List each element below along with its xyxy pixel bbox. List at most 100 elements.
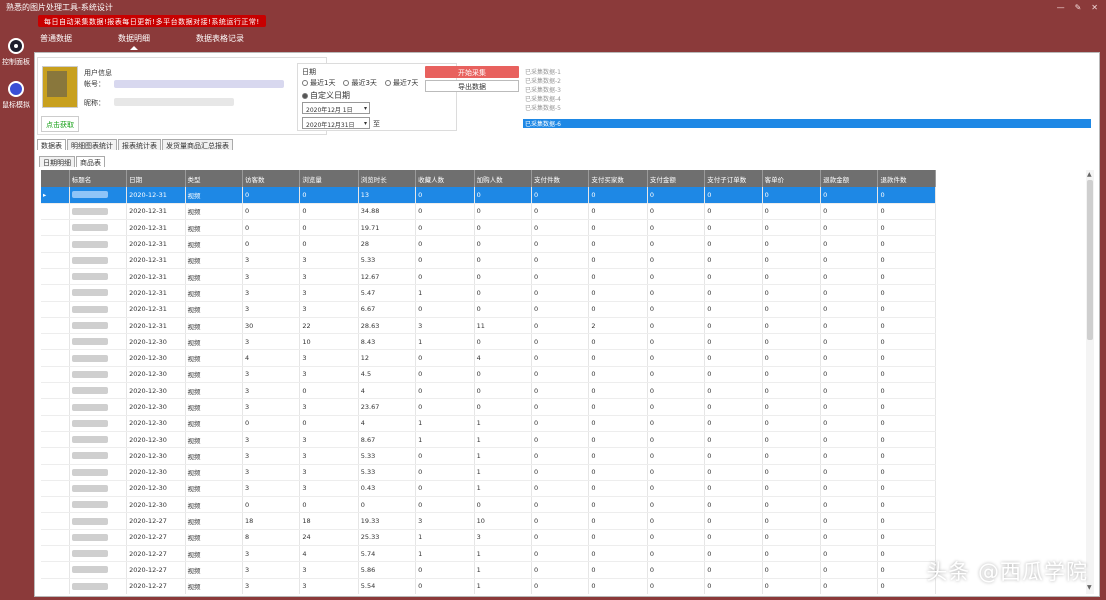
column-header[interactable] — [41, 170, 70, 187]
table-row[interactable]: 2020-12-27 视频 3 3 5.86 0 1 0 0 0 0 0 0 0 — [41, 561, 936, 579]
row-indicator[interactable] — [41, 512, 70, 530]
tab-product-table[interactable]: 商品表 — [76, 156, 105, 167]
column-header[interactable]: 收藏人数 — [415, 170, 475, 187]
list-item[interactable]: 已采集数据-4 — [523, 94, 1091, 103]
tab-data-records[interactable]: 数据表格记录 — [196, 33, 244, 50]
column-header[interactable]: 退款金额 — [820, 170, 879, 187]
row-indicator[interactable] — [41, 529, 70, 547]
row-indicator[interactable] — [41, 480, 70, 498]
scrollbar-thumb[interactable] — [1087, 180, 1093, 340]
radio-last-1-day[interactable]: 最近1天 — [302, 78, 335, 88]
close-icon[interactable]: ✕ — [1091, 3, 1098, 12]
row-indicator[interactable] — [41, 203, 70, 221]
fetch-button[interactable]: 点击获取 — [41, 116, 79, 132]
table-row[interactable]: 2020-12-31 视频 3 3 12.67 0 0 0 0 0 0 0 0 0 — [41, 268, 936, 286]
row-indicator[interactable] — [41, 219, 70, 237]
table-row[interactable]: 2020-12-30 视频 3 3 5.33 0 1 0 0 0 0 0 0 0 — [41, 447, 936, 465]
tab-date-detail[interactable]: 日期明细 — [39, 156, 75, 167]
table-row[interactable]: 2020-12-31 视频 3 3 6.67 0 0 0 0 0 0 0 0 0 — [41, 301, 936, 318]
sidebar-item-control-panel[interactable]: 控制面板 — [0, 38, 32, 67]
tab-report-stats[interactable]: 报表统计表 — [118, 139, 161, 150]
row-indicator[interactable] — [41, 366, 70, 384]
list-item[interactable]: 已采集数据-1 — [523, 67, 1091, 76]
row-indicator[interactable] — [41, 545, 70, 563]
table-row[interactable]: 2020-12-31 视频 0 0 34.88 0 0 0 0 0 0 0 0 0 — [41, 203, 936, 221]
end-date-select[interactable]: 2020年12月31日 ▾ — [302, 117, 370, 129]
tab-normal-data[interactable]: 普通数据 — [40, 33, 72, 50]
row-indicator[interactable] — [41, 431, 70, 449]
column-header[interactable]: 加购人数 — [474, 170, 533, 187]
tab-data-detail[interactable]: 数据明细 — [118, 33, 150, 50]
column-header[interactable]: 日期 — [126, 170, 186, 187]
row-indicator[interactable] — [41, 578, 70, 594]
list-item-selected[interactable]: 已采集数据-6 — [523, 119, 1091, 128]
column-header[interactable]: 支付子订单数 — [704, 170, 763, 187]
table-row[interactable]: 2020-12-30 视频 3 3 5.33 0 1 0 0 0 0 0 0 0 — [41, 464, 936, 481]
tab-shipping-summary[interactable]: 发货量商品汇总报表 — [162, 139, 233, 150]
table-row[interactable]: 2020-12-30 视频 0 0 4 1 1 0 0 0 0 0 0 0 — [41, 415, 936, 432]
column-header[interactable]: 客单价 — [762, 170, 822, 187]
list-item[interactable]: 已采集数据-5 — [523, 103, 1091, 112]
row-indicator[interactable] — [41, 268, 70, 286]
row-indicator[interactable] — [41, 382, 70, 400]
list-item[interactable]: 已采集数据-2 — [523, 76, 1091, 85]
table-row[interactable]: 2020-12-30 视频 0 0 0 0 0 0 0 0 0 0 0 0 — [41, 496, 936, 514]
column-header[interactable]: 支付金额 — [647, 170, 706, 187]
table-row[interactable]: 2020-12-31 视频 30 22 28.63 3 11 0 2 0 0 0 0 0 — [41, 317, 936, 335]
table-row[interactable]: 2020-12-31 视频 3 3 5.47 1 0 0 0 0 0 0 0 0 — [41, 284, 936, 302]
row-indicator[interactable] — [41, 301, 70, 318]
table-row[interactable]: 2020-12-30 视频 3 10 8.43 1 0 0 0 0 0 0 0 0 — [41, 333, 936, 351]
row-indicator[interactable] — [41, 464, 70, 481]
scroll-up-icon[interactable]: ▲ — [1087, 171, 1092, 178]
table-row[interactable]: 2020-12-31 视频 3 3 5.33 0 0 0 0 0 0 0 0 0 — [41, 252, 936, 269]
row-indicator[interactable] — [41, 496, 70, 514]
table-row[interactable]: 2020-12-30 视频 3 3 4.5 0 0 0 0 0 0 0 0 0 — [41, 366, 936, 384]
row-indicator[interactable]: ▸ — [41, 187, 70, 204]
row-indicator[interactable] — [41, 398, 70, 416]
vertical-scrollbar[interactable]: ▲ ▼ — [1086, 170, 1094, 594]
row-indicator[interactable] — [41, 561, 70, 579]
column-header[interactable]: 支付件数 — [531, 170, 590, 187]
export-data-button[interactable]: 导出数据 — [425, 80, 519, 92]
table-row[interactable]: 2020-12-31 视频 0 0 28 0 0 0 0 0 0 0 0 0 — [41, 235, 936, 253]
start-date-select[interactable]: 2020年12月 1日 ▾ — [302, 102, 370, 114]
table-row[interactable]: 2020-12-27 视频 8 24 25.33 1 3 0 0 0 0 0 0 0 — [41, 529, 936, 547]
row-indicator[interactable] — [41, 447, 70, 465]
row-indicator[interactable] — [41, 415, 70, 432]
table-row[interactable]: 2020-12-30 视频 3 0 4 0 0 0 0 0 0 0 0 0 — [41, 382, 936, 400]
pen-icon[interactable]: ✎ — [1075, 3, 1082, 12]
column-header[interactable]: 类型 — [185, 170, 243, 187]
table-row[interactable]: ▸ 2020-12-31 视频 0 0 13 0 0 0 0 0 0 0 0 0 — [41, 187, 936, 204]
list-item[interactable]: 已采集数据-3 — [523, 85, 1091, 94]
tab-detail-chart[interactable]: 明细图表统计 — [67, 139, 117, 150]
column-header[interactable]: 退款件数 — [877, 170, 936, 187]
row-indicator[interactable] — [41, 235, 70, 253]
row-indicator[interactable] — [41, 317, 70, 335]
table-row[interactable]: 2020-12-27 视频 18 18 19.33 3 10 0 0 0 0 0 0 0 — [41, 512, 936, 530]
row-indicator[interactable] — [41, 333, 70, 351]
table-row[interactable]: 2020-12-27 视频 3 4 5.74 1 1 0 0 0 0 0 0 0 — [41, 545, 936, 563]
table-row[interactable]: 2020-12-30 视频 3 3 0.43 0 1 0 0 0 0 0 0 0 — [41, 480, 936, 498]
radio-last-7-days[interactable]: 最近7天 — [384, 78, 418, 88]
table-row[interactable]: 2020-12-27 视频 3 3 5.54 0 1 0 0 0 0 0 0 0 — [41, 578, 936, 594]
table-row[interactable]: 2020-12-30 视频 4 3 12 0 4 0 0 0 0 0 0 0 — [41, 349, 936, 367]
column-header[interactable]: 浏览量 — [299, 170, 359, 187]
row-indicator[interactable] — [41, 284, 70, 302]
row-indicator[interactable] — [41, 252, 70, 269]
column-header[interactable]: 支付买家数 — [588, 170, 648, 187]
sidebar-item-mouse[interactable]: 鼠标模拟 — [0, 81, 32, 110]
tab-data-table[interactable]: 数据表 — [37, 139, 66, 150]
column-header[interactable]: 标题名 — [69, 170, 128, 187]
radio-last-3-days[interactable]: 最近3天 — [343, 78, 377, 88]
row-indicator[interactable] — [41, 349, 70, 367]
minimize-icon[interactable]: — — [1057, 3, 1065, 12]
table-row[interactable]: 2020-12-31 视频 0 0 19.71 0 0 0 0 0 0 0 0 0 — [41, 219, 936, 237]
table-row[interactable]: 2020-12-30 视频 3 3 23.67 0 0 0 0 0 0 0 0 0 — [41, 398, 936, 416]
table-cell: 3 — [242, 578, 301, 594]
radio-custom-date[interactable]: 自定义日期 — [302, 90, 350, 101]
column-header[interactable]: 访客数 — [242, 170, 301, 187]
column-header[interactable]: 浏览时长 — [358, 170, 417, 187]
table-cell: 0 — [762, 578, 822, 594]
table-row[interactable]: 2020-12-30 视频 3 3 8.67 1 1 0 0 0 0 0 0 0 — [41, 431, 936, 449]
start-collect-button[interactable]: 开始采集 — [425, 66, 519, 78]
